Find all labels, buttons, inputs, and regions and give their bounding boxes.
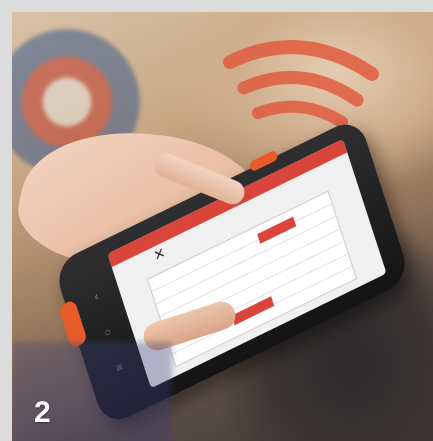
home-icon: ○	[103, 325, 113, 340]
close-icon: ✕	[151, 243, 168, 265]
back-icon: ‹	[92, 290, 101, 304]
step-number: 2	[34, 396, 51, 429]
product-photo: ‹ ○ ≡ ✕	[12, 12, 433, 441]
